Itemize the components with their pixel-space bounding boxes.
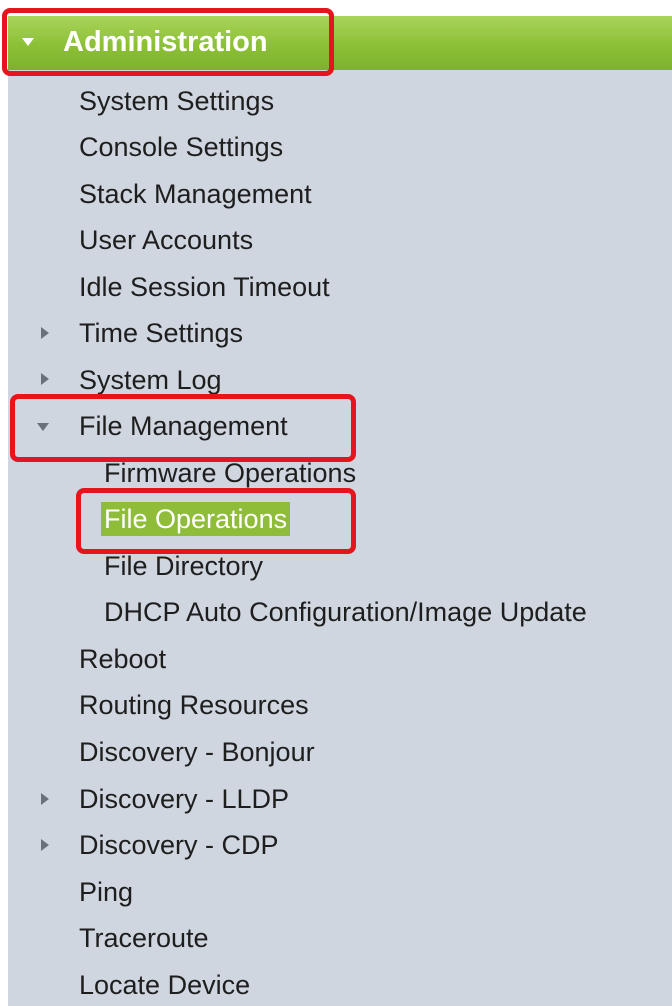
menu-item-stack-management[interactable]: Stack Management bbox=[79, 177, 312, 211]
menu-item-discovery-lldp[interactable]: Discovery - LLDP bbox=[79, 782, 289, 816]
menu-item-reboot[interactable]: Reboot bbox=[79, 642, 166, 676]
menu-item-file-management[interactable]: File Management bbox=[79, 409, 288, 443]
submenu-item-file-directory[interactable]: File Directory bbox=[104, 549, 263, 583]
menu-item-console-settings[interactable]: Console Settings bbox=[79, 130, 283, 164]
caret-down-icon bbox=[22, 38, 34, 46]
submenu-item-dhcp-auto-configuration[interactable]: DHCP Auto Configuration/Image Update bbox=[104, 595, 587, 629]
menu-item-routing-resources[interactable]: Routing Resources bbox=[79, 688, 309, 722]
menu-item-traceroute[interactable]: Traceroute bbox=[79, 921, 209, 955]
menu-item-system-settings[interactable]: System Settings bbox=[79, 84, 274, 118]
administration-section-header[interactable]: Administration bbox=[8, 16, 672, 70]
menu-item-discovery-cdp[interactable]: Discovery - CDP bbox=[79, 828, 279, 862]
expand-arrow-icon[interactable] bbox=[41, 839, 49, 851]
submenu-item-firmware-operations[interactable]: Firmware Operations bbox=[104, 456, 356, 490]
expand-arrow-icon[interactable] bbox=[41, 327, 49, 339]
menu-item-ping[interactable]: Ping bbox=[79, 875, 133, 909]
menu-item-system-log[interactable]: System Log bbox=[79, 363, 222, 397]
menu-item-time-settings[interactable]: Time Settings bbox=[79, 316, 243, 350]
menu-item-locate-device[interactable]: Locate Device bbox=[79, 968, 250, 1002]
collapse-arrow-icon[interactable] bbox=[37, 423, 49, 431]
section-title: Administration bbox=[63, 26, 268, 58]
screenshot-frame: Administration System Settings Console S… bbox=[0, 0, 672, 1006]
submenu-item-file-operations[interactable]: File Operations bbox=[101, 502, 291, 536]
menu-item-discovery-bonjour[interactable]: Discovery - Bonjour bbox=[79, 735, 315, 769]
expand-arrow-icon[interactable] bbox=[41, 373, 49, 385]
menu-item-user-accounts[interactable]: User Accounts bbox=[79, 223, 253, 257]
expand-arrow-icon[interactable] bbox=[41, 793, 49, 805]
menu-item-idle-session-timeout[interactable]: Idle Session Timeout bbox=[79, 270, 330, 304]
